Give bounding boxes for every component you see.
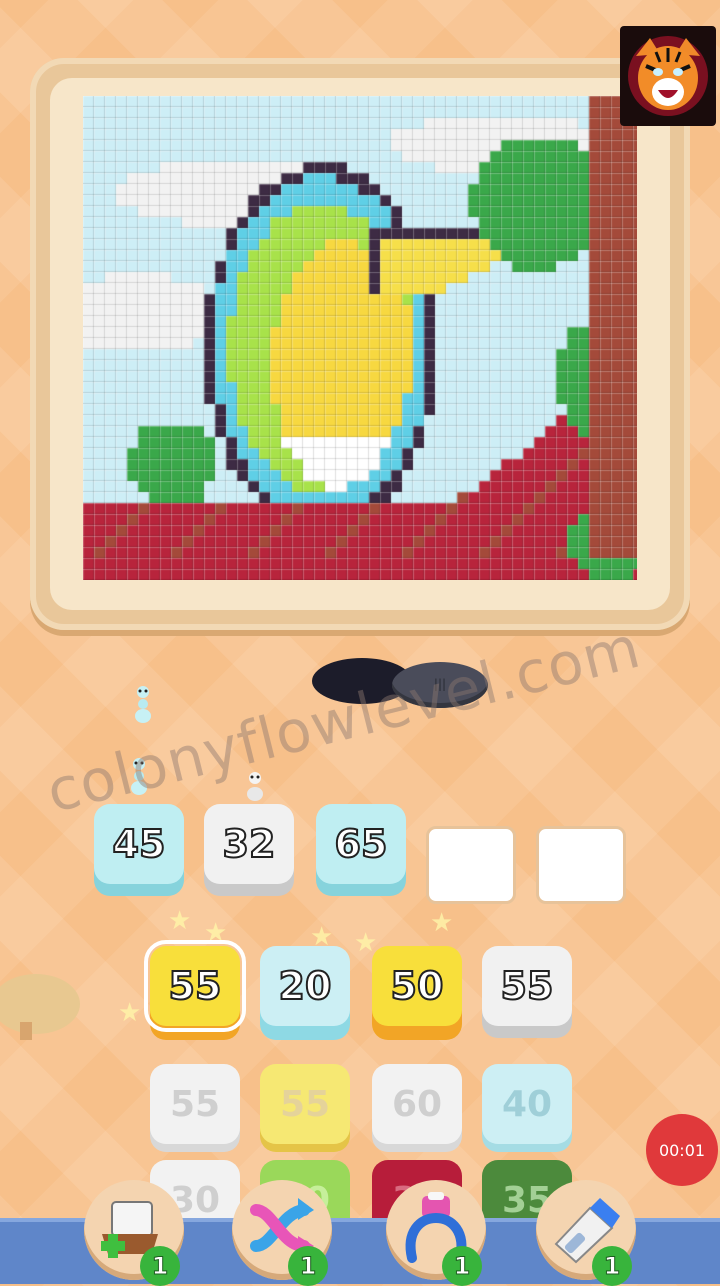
sparkle-icon: ★ bbox=[430, 908, 454, 938]
queue-tile[interactable]: 65 bbox=[316, 804, 406, 884]
pixel-art-grid bbox=[83, 96, 637, 580]
shuffle-button[interactable]: 1 bbox=[232, 1180, 332, 1286]
powerup-count: 1 bbox=[288, 1246, 328, 1286]
sparkle-icon: ★ bbox=[168, 906, 192, 936]
vacuum-button[interactable]: 1 bbox=[536, 1180, 636, 1286]
empty-slot[interactable] bbox=[536, 826, 626, 904]
color-tile[interactable]: 50 bbox=[372, 946, 462, 1026]
magnet-claw-button[interactable]: 1 bbox=[386, 1180, 486, 1286]
queue-tile[interactable]: 32 bbox=[204, 804, 294, 884]
ant-icon bbox=[135, 686, 151, 723]
record-timer[interactable]: 00:01 bbox=[646, 1114, 718, 1186]
powerup-count: 1 bbox=[140, 1246, 180, 1286]
powerup-count: 1 bbox=[592, 1246, 632, 1286]
color-tile[interactable]: 55 bbox=[482, 946, 572, 1026]
locked-tile: 55 bbox=[260, 1064, 350, 1144]
color-tile[interactable]: 55 bbox=[144, 940, 246, 1032]
tree-decoration bbox=[0, 974, 80, 1040]
locked-tile: 55 bbox=[150, 1064, 240, 1144]
color-tile[interactable]: 20 bbox=[260, 946, 350, 1026]
queue-tile[interactable]: 45 bbox=[94, 804, 184, 884]
locked-tile: 40 bbox=[482, 1064, 572, 1144]
tiger-logo bbox=[620, 26, 716, 126]
sparkle-icon: ★ bbox=[204, 918, 228, 948]
powerup-count: 1 bbox=[442, 1246, 482, 1286]
add-tray-button[interactable]: 1 bbox=[84, 1180, 184, 1286]
empty-slot[interactable] bbox=[426, 826, 516, 904]
sparkle-icon: ★ bbox=[118, 998, 142, 1028]
locked-tile: 60 bbox=[372, 1064, 462, 1144]
pixel-art-canvas bbox=[83, 96, 637, 580]
